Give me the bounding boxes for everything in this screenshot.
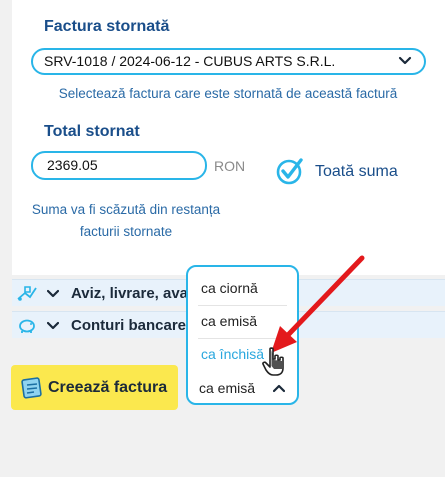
status-option-issued[interactable]: ca emisă bbox=[201, 313, 257, 329]
section-delivery-label: Aviz, livrare, ava bbox=[71, 285, 189, 302]
create-invoice-button[interactable]: Creează factura bbox=[11, 365, 178, 410]
total-amount-value: 2369.05 bbox=[47, 157, 98, 173]
section-bank-accounts-label: Conturi bancare bbox=[71, 317, 187, 334]
chevron-down-icon bbox=[47, 289, 59, 298]
status-option-draft[interactable]: ca ciornă bbox=[201, 280, 258, 296]
full-sum-label[interactable]: Toată suma bbox=[315, 163, 398, 181]
reversed-invoice-select[interactable]: SRV-1018 / 2024-06-12 - CUBUS ARTS S.R.L… bbox=[31, 48, 426, 75]
total-amount-input[interactable]: 2369.05 bbox=[31, 151, 207, 180]
divider bbox=[198, 305, 287, 306]
chevron-down-icon bbox=[47, 321, 59, 330]
invoice-section-title: Factura stornată bbox=[44, 18, 170, 35]
divider bbox=[198, 338, 287, 339]
piggy-bank-icon bbox=[19, 319, 35, 333]
status-option-closed[interactable]: ca închisă bbox=[201, 346, 264, 362]
invoice-icon bbox=[21, 377, 42, 399]
total-section-title: Total stornat bbox=[44, 123, 140, 140]
chevron-up-icon[interactable] bbox=[273, 384, 285, 393]
status-dropdown[interactable]: ca ciornă ca emisă ca închisă ca emisă bbox=[186, 265, 299, 405]
reversed-invoice-value: SRV-1018 / 2024-06-12 - CUBUS ARTS S.R.L… bbox=[44, 53, 336, 69]
delivery-icon bbox=[17, 286, 37, 301]
hand-cursor-icon bbox=[262, 347, 284, 376]
full-sum-checkbox-icon[interactable] bbox=[276, 157, 304, 185]
invoice-hint: Selectează factura care este stornată de… bbox=[58, 86, 398, 101]
status-current-value[interactable]: ca emisă bbox=[199, 380, 255, 396]
total-note: Suma va fi scăzută din restanța facturii… bbox=[30, 199, 222, 243]
total-note-line1: Suma va fi scăzută din restanța bbox=[31, 202, 221, 217]
chevron-down-icon bbox=[398, 56, 412, 65]
create-invoice-label: Creează factura bbox=[48, 379, 168, 396]
total-note-line2: facturii stornate bbox=[79, 224, 173, 239]
currency-label: RON bbox=[214, 158, 246, 174]
